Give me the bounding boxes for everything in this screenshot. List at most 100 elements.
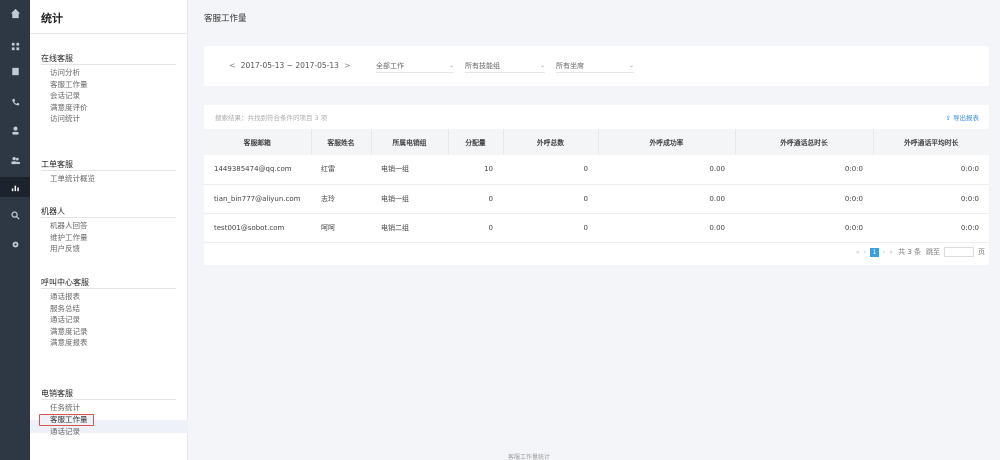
cell-email: 1449385474@qq.com <box>204 155 311 185</box>
sidebar-group-ticket: 工单客服 工单统计概览 <box>41 159 176 185</box>
users-icon[interactable] <box>0 150 30 170</box>
cell-avg-duration: 0:0:0 <box>873 155 989 185</box>
seat-value: 所有坐席 <box>556 61 584 70</box>
cell-email: test001@sobot.com <box>204 213 311 243</box>
prev-date-button[interactable]: < <box>229 61 236 70</box>
seat-select[interactable]: 所有坐席 ⌄ <box>556 59 634 73</box>
pagination: « ‹ 1 › » 共 3 条 跳至 页 <box>854 247 989 257</box>
chevron-down-icon: ⌄ <box>448 62 454 69</box>
search-icon[interactable] <box>0 205 30 225</box>
sidebar-item-call-records[interactable]: 通话记录 <box>41 314 176 326</box>
column-header[interactable]: 外呼成功率 <box>598 129 736 155</box>
page-jump-input[interactable] <box>944 247 974 257</box>
jump-to-label: 跳至 <box>926 248 940 256</box>
sidebar-item-ticket-overview[interactable]: 工单统计概览 <box>41 173 176 185</box>
column-header[interactable]: 外呼总数 <box>503 129 599 155</box>
filter-bar: < 2017-05-13 ~ 2017-05-13 > 全部工作 ⌄ 所有技能组… <box>204 46 989 86</box>
sidebar-item-visit-stats[interactable]: 访问统计 <box>41 113 176 125</box>
sidebar-item-agent-workload[interactable]: 客服工作量 <box>41 79 176 91</box>
sidebar-item-session-records[interactable]: 会话记录 <box>41 90 176 102</box>
work-type-value: 全部工作 <box>376 61 404 70</box>
current-page-button[interactable]: 1 <box>870 247 880 257</box>
main-content: 客服工作量 < 2017-05-13 ~ 2017-05-13 > 全部工作 ⌄… <box>188 0 1000 460</box>
sidebar-item-user-feedback[interactable]: 用户反馈 <box>41 243 176 255</box>
cell-avg-duration: 0:0:0 <box>873 213 989 243</box>
book-icon[interactable] <box>0 61 30 81</box>
sidebar-group-title: 电销客服 <box>41 388 176 400</box>
cell-total-duration: 0:0:0 <box>735 184 873 214</box>
grid-icon[interactable] <box>0 36 30 56</box>
column-header[interactable]: 外呼通话平均时长 <box>873 129 989 155</box>
sidebar-item-satisfaction-records[interactable]: 满意度记录 <box>41 326 176 338</box>
skill-group-value: 所有技能组 <box>465 61 500 70</box>
sidebar-group-callcenter: 呼叫中心客服 通话报表 服务总结 通话记录 满意度记录 满意度报表 <box>41 277 176 349</box>
cell-success-rate: 0.00 <box>598 184 735 214</box>
skill-group-select[interactable]: 所有技能组 ⌄ <box>465 59 545 73</box>
chevron-down-icon: ⌄ <box>628 62 634 69</box>
date-range-picker[interactable]: < 2017-05-13 ~ 2017-05-13 > <box>224 61 356 70</box>
export-icon: ⇪ <box>945 114 951 122</box>
icon-rail <box>0 0 30 460</box>
sidebar-group-online: 在线客服 访问分析 客服工作量 会话记录 满意度评价 访问统计 <box>41 53 176 125</box>
sidebar-item-telesales-call-records[interactable]: 通话记录 <box>41 426 176 438</box>
column-header[interactable]: 所属电销组 <box>371 129 449 155</box>
result-count-text: 搜索结果：共找到符合条件的项目 3 项 <box>215 114 328 122</box>
sidebar-item-satisfaction-report[interactable]: 满意度报表 <box>41 337 176 349</box>
user-icon[interactable] <box>0 120 30 140</box>
sidebar-item-satisfaction[interactable]: 满意度评价 <box>41 102 176 114</box>
cell-assigned: 10 <box>448 155 503 185</box>
first-page-icon[interactable]: « <box>856 249 860 256</box>
phone-icon[interactable] <box>0 92 30 112</box>
sidebar-title: 统计 <box>41 12 63 25</box>
settings-icon[interactable] <box>0 234 30 254</box>
result-panel: 搜索结果：共找到符合条件的项目 3 项 ⇪ 导出报表 客服邮箱 客服姓名 所属电… <box>204 105 989 265</box>
cell-total-calls: 0 <box>503 213 598 243</box>
sidebar-divider <box>30 33 187 34</box>
chart-icon[interactable] <box>0 177 30 197</box>
home-icon[interactable] <box>0 3 30 23</box>
column-header[interactable]: 客服邮箱 <box>204 129 312 155</box>
sidebar-group-title: 呼叫中心客服 <box>41 277 176 289</box>
sidebar-item-maintenance-workload[interactable]: 维护工作量 <box>41 232 176 244</box>
date-range-value[interactable]: 2017-05-13 ~ 2017-05-13 <box>241 61 339 70</box>
work-type-select[interactable]: 全部工作 ⌄ <box>376 59 454 73</box>
sidebar-item-call-report[interactable]: 通话报表 <box>41 291 176 303</box>
cell-name: 红雷 <box>311 155 371 185</box>
cell-group: 电销一组 <box>371 155 448 185</box>
cell-avg-duration: 0:0:0 <box>873 184 989 214</box>
prev-page-icon[interactable]: ‹ <box>864 249 866 256</box>
cell-success-rate: 0.00 <box>598 155 735 185</box>
next-date-button[interactable]: > <box>344 61 351 70</box>
sidebar-group-title: 机器人 <box>41 206 176 218</box>
next-page-icon[interactable]: › <box>883 249 885 256</box>
sidebar-group-title: 在线客服 <box>41 53 176 65</box>
export-label: 导出报表 <box>953 114 979 122</box>
column-header[interactable]: 分配量 <box>448 129 504 155</box>
table-header-row: 客服邮箱 客服姓名 所属电销组 分配量 外呼总数 外呼成功率 外呼通话总时长 外… <box>204 129 989 155</box>
cell-group: 电销一组 <box>371 184 448 214</box>
sidebar-item-telesales-workload[interactable]: 客服工作量 <box>39 413 94 426</box>
cell-name: 呵呵 <box>311 213 371 243</box>
total-count-label: 共 3 条 <box>898 248 921 256</box>
column-header[interactable]: 外呼通话总时长 <box>735 129 874 155</box>
last-page-icon[interactable]: » <box>889 249 893 256</box>
cell-group: 电销二组 <box>371 213 448 243</box>
cell-assigned: 0 <box>448 184 503 214</box>
sidebar-item-task-stats[interactable]: 任务统计 <box>41 402 176 414</box>
column-header[interactable]: 客服姓名 <box>311 129 372 155</box>
table-row[interactable]: tian_bin777@aliyun.com 志玲 电销一组 0 0 0.00 … <box>204 184 989 214</box>
cell-total-calls: 0 <box>503 184 598 214</box>
export-report-button[interactable]: ⇪ 导出报表 <box>945 112 979 122</box>
chevron-down-icon: ⌄ <box>539 62 545 69</box>
table-row[interactable]: 1449385474@qq.com 红雷 电销一组 10 0 0.00 0:0:… <box>204 155 989 185</box>
sidebar-item-robot-answers[interactable]: 机器人回答 <box>41 220 176 232</box>
table-row[interactable]: test001@sobot.com 呵呵 电销二组 0 0 0.00 0:0:0… <box>204 213 989 243</box>
cell-email: tian_bin777@aliyun.com <box>204 184 311 214</box>
cell-name: 志玲 <box>311 184 371 214</box>
cell-total-duration: 0:0:0 <box>735 213 873 243</box>
sidebar-group-telesales: 电销客服 任务统计 客服工作量 通话记录 <box>39 388 176 438</box>
sidebar-item-visit-analysis[interactable]: 访问分析 <box>41 67 176 79</box>
sidebar-group-title: 工单客服 <box>41 159 176 171</box>
cell-assigned: 0 <box>448 213 503 243</box>
sidebar-item-service-summary[interactable]: 服务总结 <box>41 303 176 315</box>
